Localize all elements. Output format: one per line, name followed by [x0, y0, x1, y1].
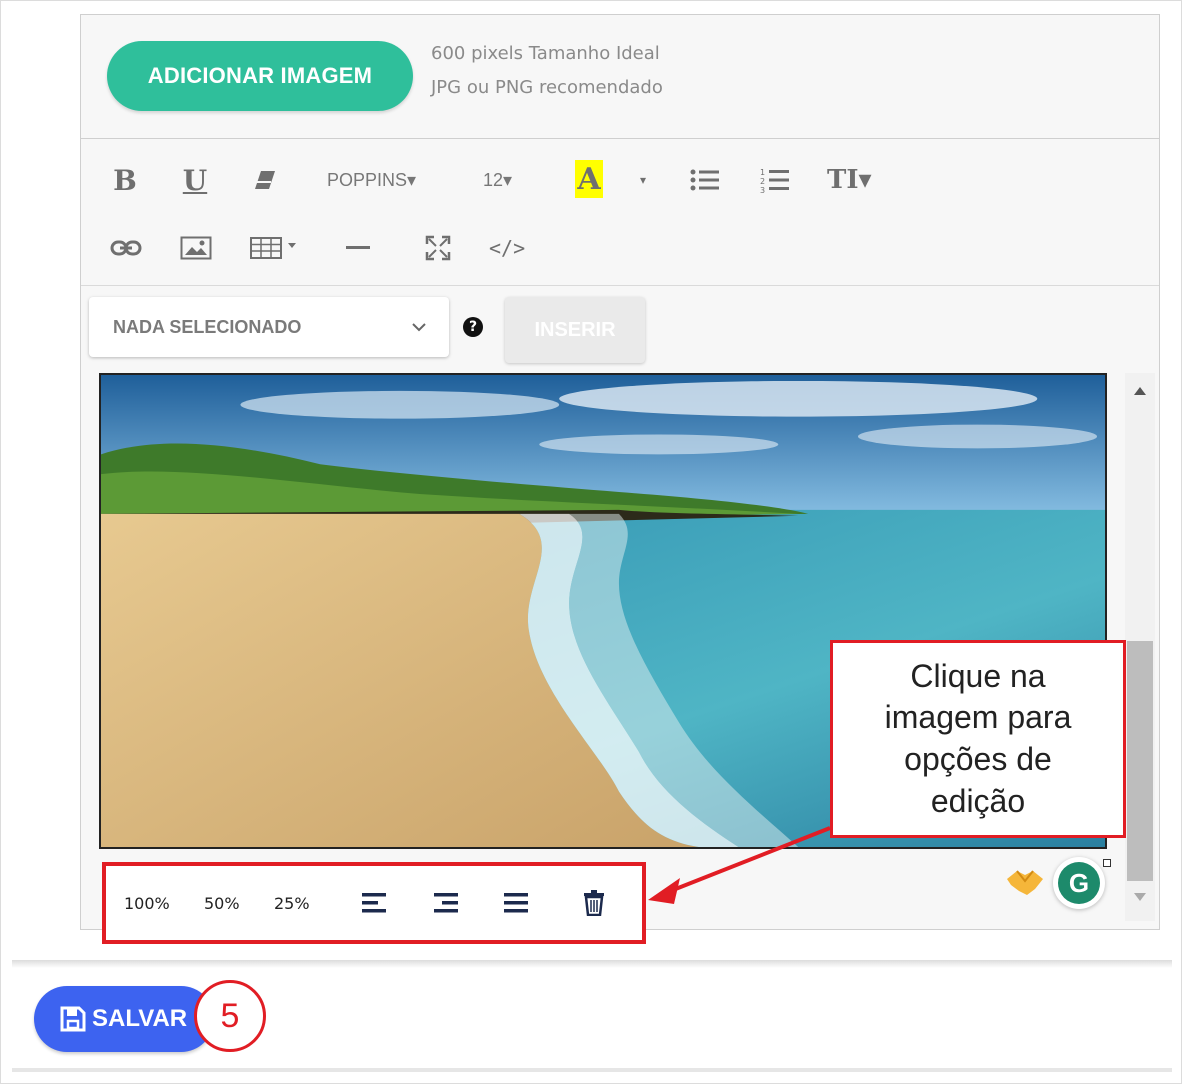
upload-bar: ADICIONAR IMAGEM 600 pixels Tamanho Idea… — [81, 15, 1159, 139]
annotation-arrow — [648, 826, 831, 904]
insert-row: NADA SELECIONADO ? INSERIR — [81, 287, 1159, 373]
help-icon[interactable]: ? — [463, 317, 483, 337]
color-caret-icon[interactable]: ▾ — [633, 160, 653, 200]
text-color-button[interactable]: A — [575, 160, 603, 198]
eraser-icon[interactable] — [249, 160, 281, 200]
callout-text: Clique na imagem para opções de edição — [884, 657, 1072, 819]
footer-divider — [12, 960, 1172, 968]
save-button[interactable]: SALVAR — [34, 986, 214, 1052]
resize-50-button[interactable]: 50% — [204, 886, 240, 920]
hint-format: JPG ou PNG recomendado — [431, 77, 663, 98]
hint-ideal-size: 600 pixels Tamanho Ideal — [431, 43, 660, 64]
link-icon[interactable] — [109, 228, 143, 268]
scrollbar[interactable] — [1125, 373, 1155, 921]
code-view-button[interactable]: </> — [489, 228, 525, 268]
align-justify-icon[interactable] — [502, 886, 530, 920]
align-left-icon[interactable] — [360, 886, 388, 920]
insert-select-value: NADA SELECIONADO — [113, 316, 302, 337]
bold-button[interactable]: B — [109, 160, 141, 200]
resize-handle[interactable] — [1103, 859, 1111, 867]
underline-button[interactable]: U — [179, 160, 211, 200]
trash-icon[interactable] — [582, 886, 606, 920]
scroll-thumb[interactable] — [1127, 641, 1153, 881]
annotation-callout: Clique na imagem para opções de edição — [830, 640, 1126, 838]
save-label: SALVAR — [92, 1005, 188, 1032]
font-size-dropdown[interactable]: 12▾ — [483, 160, 512, 200]
step-number-badge: 5 — [194, 980, 266, 1052]
grammarly-icon: G — [1058, 862, 1100, 904]
image-options-popover: 100% 50% 25% — [102, 862, 646, 944]
scroll-down-icon[interactable] — [1134, 893, 1146, 901]
chevron-down-icon — [412, 323, 426, 332]
floppy-disk-icon — [60, 1006, 86, 1032]
scroll-up-icon[interactable] — [1134, 387, 1146, 395]
add-image-button[interactable]: ADICIONAR IMAGEM — [107, 41, 413, 111]
table-icon[interactable] — [249, 228, 301, 268]
insert-select[interactable]: NADA SELECIONADO — [89, 297, 449, 357]
resize-25-button[interactable]: 25% — [274, 886, 310, 920]
grammarly-button[interactable]: G — [1053, 857, 1105, 909]
resize-100-button[interactable]: 100% — [124, 886, 170, 920]
fullscreen-icon[interactable] — [423, 228, 453, 268]
numbered-list-icon[interactable]: 123 — [759, 160, 791, 200]
font-family-dropdown[interactable]: POPPINS▾ — [327, 160, 416, 200]
footer-bottom-line — [12, 1068, 1172, 1072]
picture-icon[interactable] — [179, 228, 213, 268]
insert-button[interactable]: INSERIR — [505, 297, 645, 363]
editor-toolbar: B U POPPINS▾ 12▾ A ▾ 123 TI▾ </> — [81, 140, 1159, 286]
bullet-list-icon[interactable] — [689, 160, 721, 200]
svg-text:2: 2 — [760, 177, 765, 186]
align-right-icon[interactable] — [432, 886, 460, 920]
svg-text:3: 3 — [760, 186, 765, 193]
handshake-icon[interactable] — [1005, 865, 1045, 899]
line-height-dropdown[interactable]: TI▾ — [827, 160, 872, 200]
horizontal-rule-icon[interactable] — [345, 228, 371, 268]
svg-text:1: 1 — [760, 168, 765, 177]
